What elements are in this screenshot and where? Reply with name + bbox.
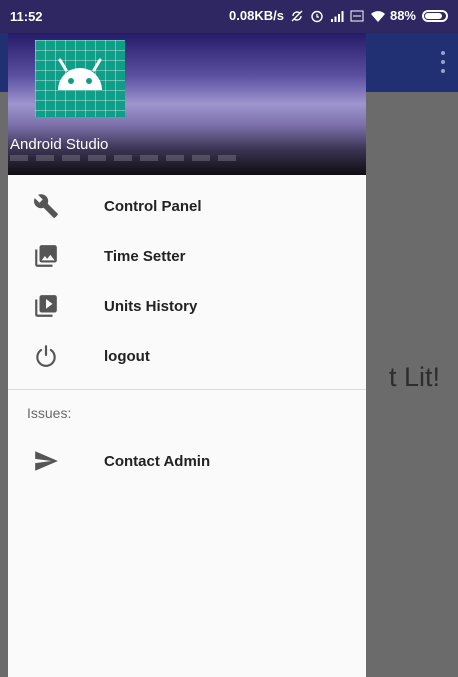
- section-title-issues: Issues:: [27, 405, 72, 421]
- status-time: 11:52: [10, 9, 43, 24]
- background-text: t Lit!: [388, 362, 440, 392]
- video-library-icon: [33, 293, 59, 319]
- menu-item-units-history[interactable]: Units History: [8, 281, 366, 331]
- battery-percent: 88%: [389, 8, 416, 23]
- header-subtitle-blur: [10, 155, 240, 161]
- status-icons: 0.08KB/s 88%: [229, 8, 448, 23]
- menu-label: logout: [104, 347, 150, 365]
- navigation-drawer: Android Studio Control Panel Time Setter: [8, 33, 366, 677]
- menu-label: Control Panel: [104, 197, 202, 215]
- power-icon: [33, 343, 59, 369]
- screen: 11:52 0.08KB/s 88% t Lit! Android Studio…: [0, 0, 458, 677]
- menu-label: Units History: [104, 297, 198, 315]
- status-bar: 11:52 0.08KB/s 88%: [0, 0, 458, 33]
- wifi-icon: [370, 9, 385, 23]
- send-icon: [33, 448, 59, 474]
- no-sync-icon: [290, 9, 304, 23]
- overflow-menu-icon[interactable]: [440, 51, 446, 73]
- menu-item-contact-admin[interactable]: Contact Admin: [8, 436, 366, 486]
- menu-label: Contact Admin: [104, 452, 211, 470]
- volte-icon: [350, 9, 364, 23]
- header-app-name: Android Studio: [10, 136, 109, 153]
- signal-icon: [330, 9, 344, 23]
- menu-item-logout[interactable]: logout: [8, 331, 366, 381]
- menu-label: Time Setter: [104, 247, 186, 265]
- menu-item-control-panel[interactable]: Control Panel: [8, 181, 366, 231]
- battery-level: [425, 12, 443, 19]
- wrench-icon: [33, 193, 59, 219]
- alarm-icon: [310, 9, 324, 23]
- drawer-menu: Control Panel Time Setter Units History …: [8, 175, 366, 486]
- drawer-header: Android Studio: [8, 33, 366, 175]
- battery-icon: [422, 9, 448, 22]
- menu-item-time-setter[interactable]: Time Setter: [8, 231, 366, 281]
- image-gallery-icon: [33, 243, 59, 269]
- android-logo-icon: [35, 40, 125, 117]
- network-speed: 0.08KB/s: [229, 8, 284, 23]
